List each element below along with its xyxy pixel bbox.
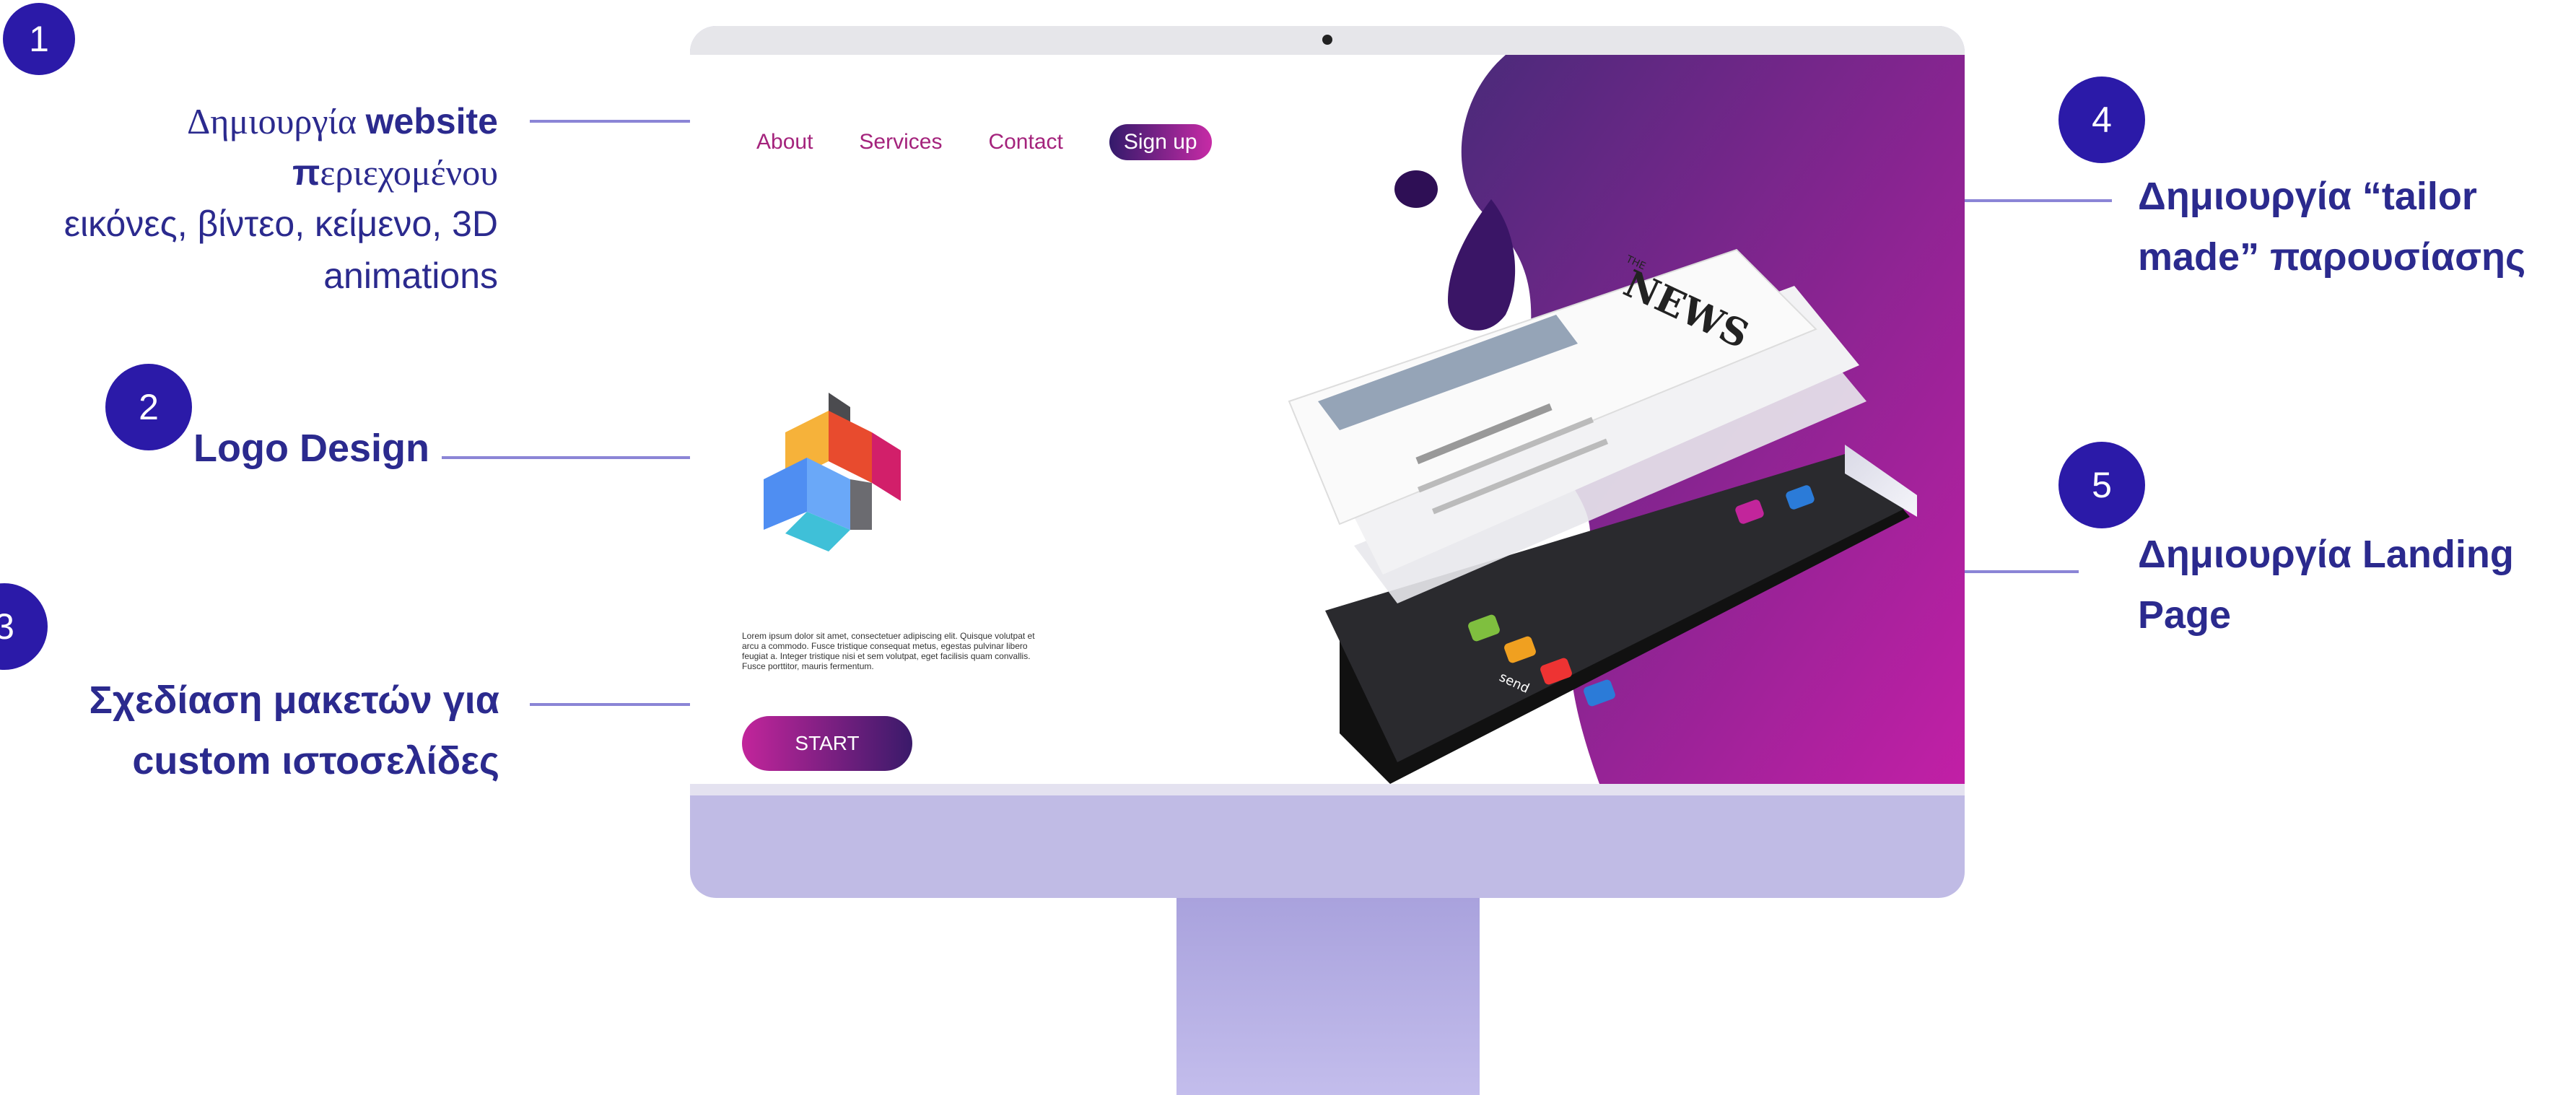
- monitor-chin-divider: [690, 784, 1965, 795]
- annotation-1-title-bold: website: [365, 101, 498, 141]
- annotation-4-label: Δημιουργία “tailor made” παρουσίασης: [2138, 166, 2525, 287]
- nav-contact[interactable]: Contact: [988, 130, 1062, 154]
- signup-button[interactable]: Sign up: [1109, 124, 1212, 160]
- annotation-5-line1: Δημιουργία Landing: [2138, 533, 2514, 576]
- annotation-1-line3: εικόνες, βίντεο, κείμενο, 3D: [64, 204, 498, 244]
- camera-dot-icon: [1322, 35, 1332, 45]
- badge-5: 5: [2058, 442, 2145, 528]
- annotation-5-line2: Page: [2138, 593, 2232, 637]
- annotation-3-line1: Σχεδίαση μακετών για: [89, 679, 499, 722]
- imac-monitor: NEWS THE send About Services Contact Sig…: [690, 26, 1965, 898]
- annotation-3-line2: custom ιστοσελίδες: [132, 739, 499, 782]
- badge-3: 3: [0, 583, 48, 670]
- annotation-1-label: Δημιουργία website περιεχομένου εικόνες,…: [0, 92, 498, 299]
- annotation-1-line4: animations: [323, 256, 498, 296]
- hero-body-text: Lorem ipsum dolor sit amet, consectetuer…: [742, 631, 1035, 671]
- annotation-1-title-prefix: Δημιουργία: [187, 101, 366, 141]
- annotation-4-line1: Δημιουργία “tailor: [2138, 175, 2477, 218]
- annotation-1-title: Δημιουργία website: [0, 92, 498, 150]
- purple-dot-shape: [1394, 170, 1438, 208]
- logo-cube-icon: [764, 393, 901, 551]
- start-button[interactable]: START: [742, 716, 912, 771]
- badge-4: 4: [2058, 77, 2145, 163]
- annotation-5-label: Δημιουργία Landing Page: [2138, 524, 2514, 645]
- website-screen: NEWS THE send About Services Contact Sig…: [690, 55, 1965, 784]
- site-nav: About Services Contact Sign up: [756, 124, 1212, 160]
- monitor-stand: [1176, 898, 1480, 1095]
- annotation-3-label: Σχεδίαση μακετών για custom ιστοσελίδες: [0, 670, 499, 791]
- badge-1: 1: [3, 3, 75, 75]
- annotation-2-title: Logo Design: [193, 427, 429, 470]
- nav-services[interactable]: Services: [859, 130, 942, 154]
- nav-about[interactable]: About: [756, 130, 813, 154]
- annotation-1-line2-bold: π: [292, 152, 320, 193]
- annotation-1-line2: περιεχομένου: [0, 150, 498, 195]
- annotation-4-line2: made” παρουσίασης: [2138, 235, 2526, 279]
- annotation-1-line2-rest: εριεχομένου: [320, 152, 498, 193]
- badge-2: 2: [105, 364, 192, 450]
